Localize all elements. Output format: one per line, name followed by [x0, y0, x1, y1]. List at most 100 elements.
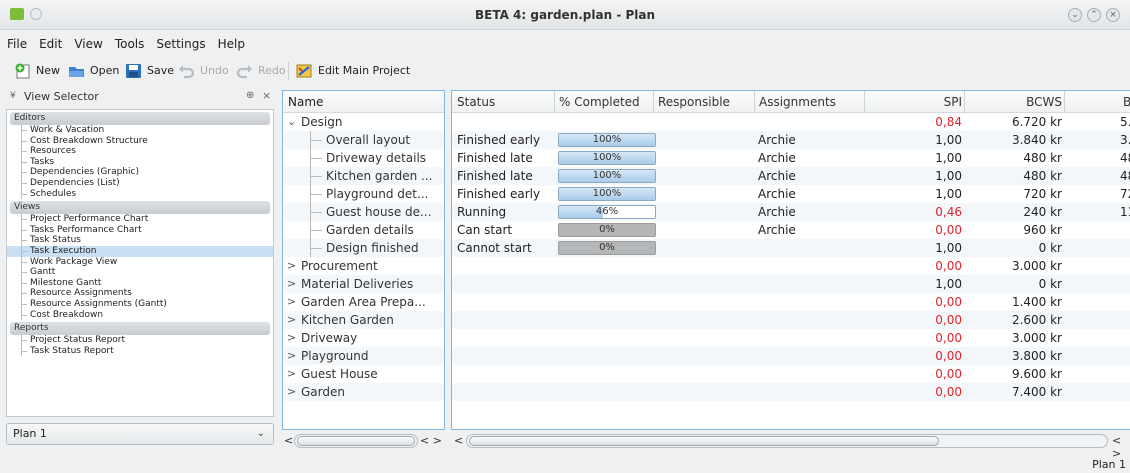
table-row[interactable]: Running 46% Archie 0,46 240 kr 11	[452, 203, 1130, 221]
table-row[interactable]: Finished late 100% Archie 1,00 480 kr 48	[452, 149, 1130, 167]
tree-scroll-arrows-icon[interactable]: < >	[420, 434, 442, 447]
tree-row[interactable]: > Material Deliveries	[283, 275, 444, 293]
menu-edit[interactable]: Edit	[32, 31, 67, 51]
redo-button[interactable]: Redo	[236, 61, 286, 81]
close-panel-icon[interactable]: ×	[262, 89, 271, 102]
minimize-icon[interactable]: ⌄	[1068, 8, 1082, 22]
view-item[interactable]: Gantt	[7, 267, 273, 278]
tree-row[interactable]: Guest house de...	[283, 203, 444, 221]
table-row[interactable]: 0,00 7.400 kr	[452, 383, 1130, 401]
table-row[interactable]: Finished early 100% Archie 1,00 720 kr 72	[452, 185, 1130, 203]
column-header-spi[interactable]: SPI	[864, 91, 964, 113]
view-item[interactable]: Tasks	[7, 156, 273, 168]
view-item[interactable]: Project Status Report	[7, 335, 273, 346]
expand-arrow-icon[interactable]: >	[287, 293, 296, 311]
table-row[interactable]: Can start 0% Archie 0,00 960 kr	[452, 221, 1130, 239]
view-item[interactable]: Cost Breakdown	[7, 309, 273, 321]
tree-row[interactable]: > Driveway	[283, 329, 444, 347]
view-item[interactable]: Dependencies (List)	[7, 177, 273, 189]
column-header-completed[interactable]: % Completed	[554, 91, 640, 113]
tree-row[interactable]: Kitchen garden ...	[283, 167, 444, 185]
tree-hscrollbar[interactable]	[294, 434, 418, 448]
tree-column-header-name[interactable]: Name	[283, 91, 444, 113]
view-item[interactable]: Work & Vacation	[7, 125, 273, 136]
menu-settings[interactable]: Settings	[149, 31, 210, 51]
undo-button[interactable]: Undo	[178, 61, 229, 81]
tree-row[interactable]: Driveway details	[283, 149, 444, 167]
plan-selector[interactable]: Plan 1 ⌄	[6, 423, 274, 445]
view-group-reports[interactable]: Reports	[10, 322, 270, 336]
view-item[interactable]: Resource Assignments (Gantt)	[7, 298, 273, 310]
tree-row[interactable]: Design finished	[283, 239, 444, 257]
table-row[interactable]: Finished late 100% Archie 1,00 480 kr 48	[452, 167, 1130, 185]
view-item[interactable]: Tasks Performance Chart	[7, 224, 273, 236]
expand-arrow-icon[interactable]: >	[287, 275, 296, 293]
tree-row[interactable]: > Kitchen Garden	[283, 311, 444, 329]
view-item[interactable]: Cost Breakdown Structure	[7, 135, 273, 147]
table-hscrollbar[interactable]	[466, 434, 1108, 448]
view-item[interactable]: Task Execution	[7, 245, 273, 257]
view-item[interactable]: Work Package View	[7, 256, 273, 268]
table-row[interactable]: Finished early 100% Archie 1,00 3.840 kr 3.84	[452, 131, 1130, 149]
open-button[interactable]: Open	[68, 61, 119, 81]
table-scroll-thumb[interactable]	[469, 436, 939, 446]
expand-arrow-icon[interactable]: >	[287, 329, 296, 347]
tree-row[interactable]: Playground det...	[283, 185, 444, 203]
expand-arrow-icon[interactable]: >	[287, 365, 296, 383]
tree-row[interactable]: Garden details	[283, 221, 444, 239]
view-item[interactable]: Project Performance Chart	[7, 214, 273, 225]
tree-row[interactable]: > Guest House	[283, 365, 444, 383]
maximize-icon[interactable]: ⌃	[1087, 8, 1101, 22]
menu-view[interactable]: View	[67, 31, 107, 51]
tree-row[interactable]: > Procurement	[283, 257, 444, 275]
table-row[interactable]: 0,00 9.600 kr	[452, 365, 1130, 383]
table-row[interactable]: 0,00 1.400 kr	[452, 293, 1130, 311]
expand-arrow-icon[interactable]: >	[287, 311, 296, 329]
collapse-arrow-icon[interactable]: ⌄	[287, 113, 296, 131]
collapse-icon[interactable]: ¥	[10, 91, 16, 101]
save-button[interactable]: Save	[125, 61, 174, 81]
table-row[interactable]: 0,00 3.000 kr	[452, 257, 1130, 275]
column-header-assignments[interactable]: Assignments	[754, 91, 836, 113]
tree-row[interactable]: > Garden Area Prepa...	[283, 293, 444, 311]
view-group-editors[interactable]: Editors	[10, 112, 270, 125]
float-icon[interactable]: ⊕	[246, 90, 254, 101]
expand-arrow-icon[interactable]: >	[287, 347, 296, 365]
column-header-responsible[interactable]: Responsible	[653, 91, 730, 113]
table-row[interactable]: 0,00 2.600 kr	[452, 311, 1130, 329]
tree-row[interactable]: > Garden	[283, 383, 444, 401]
tree-row[interactable]: ⌄ Design	[283, 113, 444, 131]
new-button[interactable]: New	[14, 61, 60, 81]
view-item[interactable]: Task Status	[7, 235, 273, 246]
column-header-bcws[interactable]: BCWS	[964, 91, 1064, 113]
bcws-cell: 480 kr	[1023, 151, 1062, 165]
view-item[interactable]: Schedules	[7, 188, 273, 200]
table-row[interactable]: 0,00 3.000 kr	[452, 329, 1130, 347]
view-item[interactable]: Resources	[7, 146, 273, 157]
expand-arrow-icon[interactable]: >	[287, 257, 296, 275]
close-icon[interactable]: ×	[1106, 8, 1120, 22]
column-header-bcwp[interactable]: B	[1064, 91, 1130, 113]
tree-row[interactable]: Overall layout	[283, 131, 444, 149]
menu-file[interactable]: File	[0, 31, 32, 51]
menu-help[interactable]: Help	[211, 31, 250, 51]
column-header-status[interactable]: Status	[457, 91, 495, 113]
menu-tools[interactable]: Tools	[108, 31, 150, 51]
table-row[interactable]: 0,00 3.800 kr	[452, 347, 1130, 365]
view-item[interactable]: Task Status Report	[7, 345, 273, 357]
tree-scroll-thumb[interactable]	[297, 436, 415, 446]
table-row[interactable]: Cannot start 0% 1,00 0 kr	[452, 239, 1130, 257]
view-item[interactable]: Resource Assignments	[7, 288, 273, 299]
view-item[interactable]: Dependencies (Graphic)	[7, 167, 273, 178]
edit-project-icon	[296, 64, 312, 78]
tree-row[interactable]: > Playground	[283, 347, 444, 365]
view-group-views[interactable]: Views	[10, 201, 270, 215]
edit-main-project-button[interactable]: Edit Main Project	[296, 61, 410, 81]
expand-arrow-icon[interactable]: >	[287, 383, 296, 401]
table-row[interactable]: 0,84 6.720 kr 5.63	[452, 113, 1130, 131]
table-row[interactable]: 1,00 0 kr	[452, 275, 1130, 293]
tree-scroll-left-icon[interactable]: <	[284, 434, 293, 447]
view-item[interactable]: Milestone Gantt	[7, 277, 273, 289]
table-scroll-left-icon[interactable]: <	[454, 434, 463, 447]
open-folder-icon	[69, 67, 84, 77]
